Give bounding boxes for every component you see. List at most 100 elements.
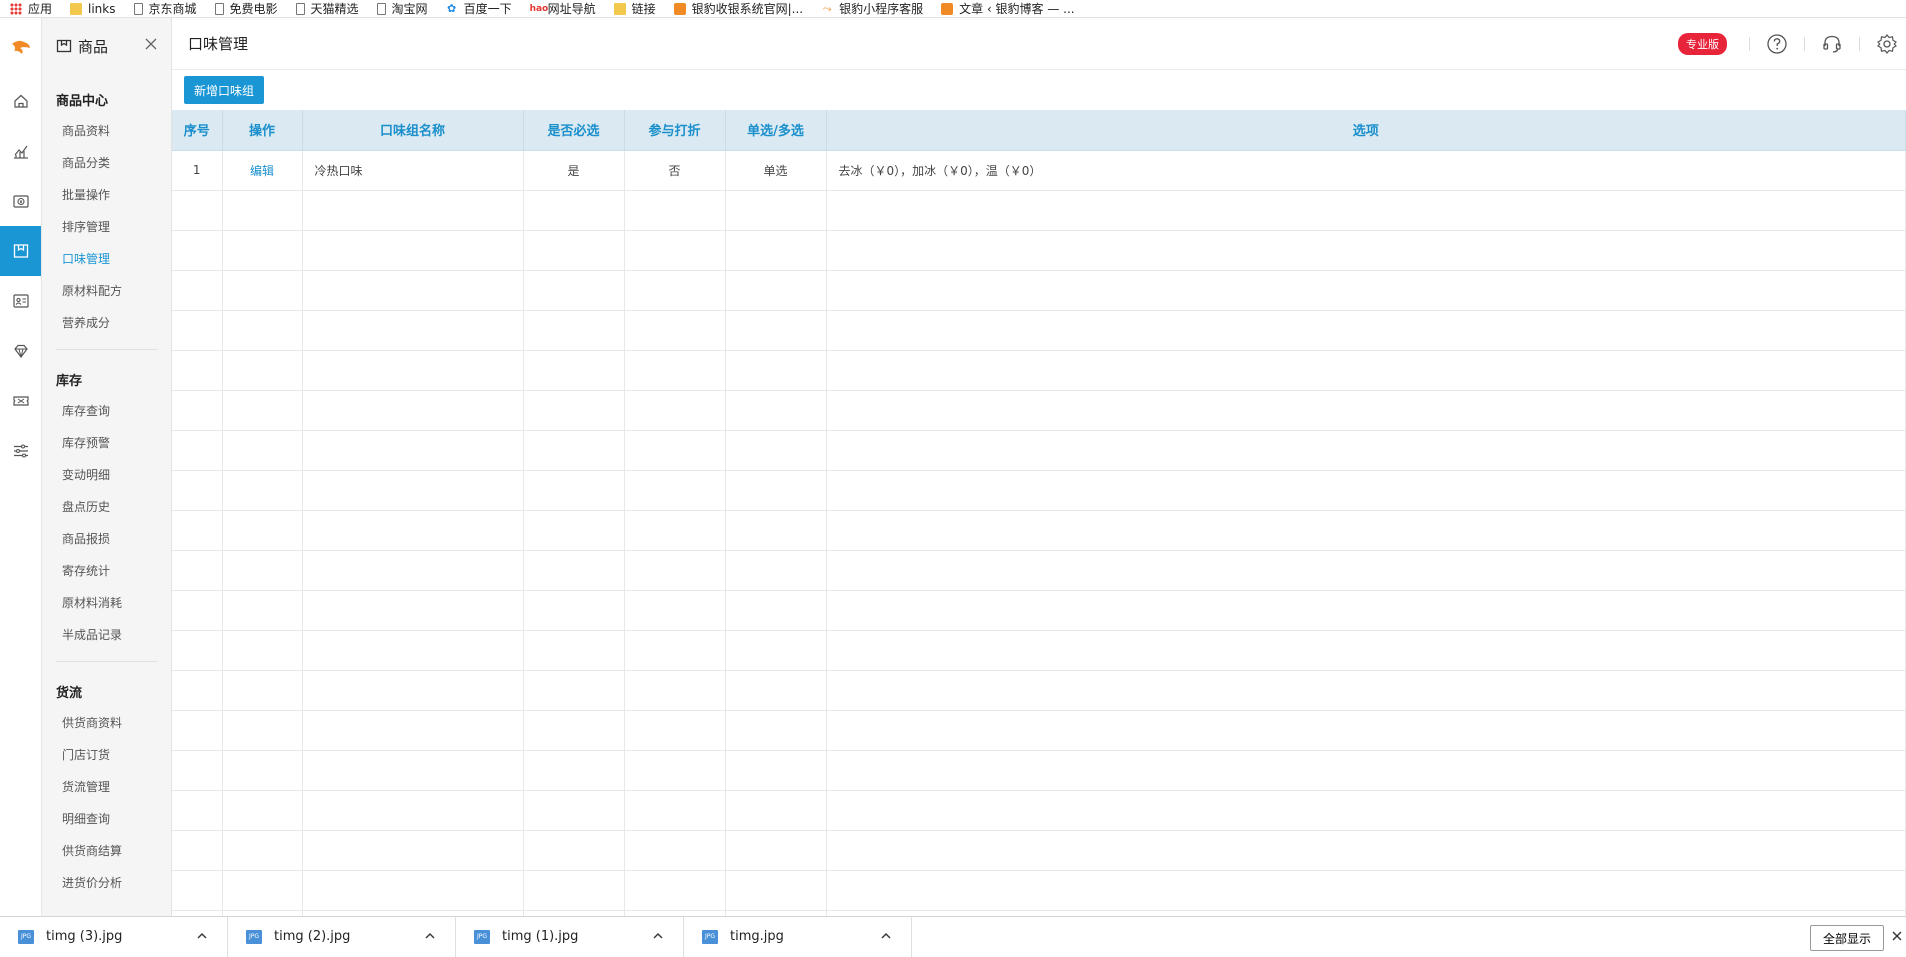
empty-cell	[725, 390, 827, 431]
add-flavor-group-button[interactable]: 新增口味组	[184, 76, 265, 104]
empty-cell	[172, 310, 223, 351]
nav-item[interactable]: 原材料消耗	[42, 587, 171, 619]
nav-item[interactable]: 盘点历史	[42, 491, 171, 523]
nav-item[interactable]: 库存查询	[42, 395, 171, 427]
nav-item[interactable]: 商品分类	[42, 147, 171, 179]
download-item[interactable]: JPG timg.jpg	[684, 916, 912, 957]
table-row-empty	[172, 190, 1906, 231]
empty-cell	[222, 470, 303, 511]
nav-item[interactable]: 营养成分	[42, 307, 171, 339]
empty-cell	[826, 830, 1906, 871]
empty-cell	[826, 510, 1906, 551]
column-header: 操作	[222, 110, 303, 151]
bookmark-label: 网址导航	[547, 2, 596, 16]
nav-item[interactable]: 原材料配方	[42, 275, 171, 307]
help-icon[interactable]	[1766, 33, 1788, 55]
pro-edition-badge[interactable]: 专业版	[1678, 33, 1727, 55]
bookmark-item[interactable]: 免费电影	[214, 0, 278, 17]
rail-item-settings-sliders[interactable]	[0, 426, 41, 476]
jpg-file-icon: JPG	[474, 929, 490, 944]
nav-group-title: 货流	[56, 686, 83, 701]
nav-item[interactable]: 寄存统计	[42, 555, 171, 587]
downloads-bar: JPG timg (3).jpg JPG timg (2).jpg JPG timg (1…	[0, 916, 1906, 957]
chevron-up-icon[interactable]	[879, 929, 893, 943]
nav-item[interactable]: 门店订货	[42, 739, 171, 771]
rail-item-home[interactable]	[0, 76, 41, 126]
nav-item[interactable]: 商品报损	[42, 523, 171, 555]
customer-service-headset-icon[interactable]	[1821, 33, 1843, 55]
empty-cell	[826, 750, 1906, 791]
empty-cell	[222, 550, 303, 591]
chart-icon	[13, 145, 28, 159]
bookmark-item[interactable]: hao 网址导航	[530, 0, 596, 17]
goods-icon	[56, 39, 72, 53]
bookmark-item[interactable]: 天猫精选	[295, 0, 359, 17]
nav-item[interactable]: 口味管理	[42, 243, 171, 275]
logo-icon: ⤳	[822, 1, 832, 15]
chevron-up-icon[interactable]	[195, 929, 209, 943]
goods-icon	[13, 244, 28, 258]
app-logo[interactable]	[0, 18, 41, 76]
chevron-up-icon[interactable]	[651, 929, 665, 943]
jpg-file-icon: JPG	[246, 929, 262, 944]
download-item[interactable]: JPG timg (3).jpg	[0, 916, 228, 957]
empty-cell	[222, 670, 303, 711]
empty-cell	[222, 590, 303, 631]
bookmark-item[interactable]: 链接	[613, 0, 656, 17]
empty-cell	[624, 630, 726, 671]
empty-cell	[523, 630, 625, 671]
bookmark-item[interactable]: 应用	[10, 0, 52, 17]
bookmark-item[interactable]: 文章 ‹ 银豹博客 — ...	[941, 0, 1075, 17]
empty-cell	[302, 430, 524, 471]
empty-cell	[302, 230, 524, 271]
table-row-empty	[172, 430, 1906, 471]
nav-item[interactable]: 商品资料	[42, 115, 171, 147]
rail-item-diamond[interactable]	[0, 326, 41, 376]
nav-item[interactable]: 进货价分析	[42, 867, 171, 899]
row-index: 1	[172, 150, 223, 191]
empty-cell	[222, 750, 303, 791]
side-navigation: 商品 商品中心 商品资料 商品分类 批量操作 排序管理 口味管理 原材料配方 营养成分 库存 库存…	[42, 18, 172, 916]
empty-cell	[523, 750, 625, 791]
table-row-empty	[172, 590, 1906, 631]
download-item[interactable]: JPG timg (2).jpg	[228, 916, 456, 957]
nav-item[interactable]: 变动明细	[42, 459, 171, 491]
show-all-downloads-button[interactable]: 全部显示	[1809, 925, 1884, 951]
empty-cell	[523, 270, 625, 311]
settings-gear-icon[interactable]	[1876, 33, 1898, 55]
nav-item[interactable]: 货流管理	[42, 771, 171, 803]
bookmark-item[interactable]: ✿ 百度一下	[446, 0, 512, 17]
nav-item[interactable]: 批量操作	[42, 179, 171, 211]
nav-item[interactable]: 明细查询	[42, 803, 171, 835]
rail-item-member[interactable]	[0, 276, 41, 326]
bookmark-item[interactable]: links	[70, 2, 116, 16]
rail-item-chart[interactable]	[0, 126, 41, 176]
close-downloads-icon[interactable]	[1890, 929, 1904, 943]
bookmark-item[interactable]: 京东商城	[133, 0, 197, 17]
bookmark-item[interactable]: ⤳ 银豹小程序客服	[821, 0, 923, 17]
rail-item-goods[interactable]	[0, 226, 41, 276]
download-item[interactable]: JPG timg (1).jpg	[456, 916, 684, 957]
nav-item[interactable]: 供货商结算	[42, 835, 171, 867]
edit-link[interactable]: 编辑	[250, 164, 274, 178]
nav-group-title: 库存	[56, 374, 83, 389]
bookmark-item[interactable]: 淘宝网	[376, 0, 428, 17]
close-icon[interactable]	[143, 36, 159, 52]
nav-item[interactable]: 半成品记录	[42, 619, 171, 651]
folder-icon	[70, 2, 83, 15]
table-row-empty	[172, 350, 1906, 391]
nav-item[interactable]: 库存预警	[42, 427, 171, 459]
bookmark-item[interactable]: 银豹收银系统官网|...	[673, 0, 803, 17]
empty-cell	[624, 670, 726, 711]
empty-cell	[725, 430, 827, 471]
empty-cell	[302, 550, 524, 591]
bookmark-label: 应用	[28, 2, 53, 16]
nav-item[interactable]: 供货商资料	[42, 707, 171, 739]
download-filename: timg (1).jpg	[502, 929, 579, 944]
rail-item-money[interactable]	[0, 176, 41, 226]
chevron-up-icon[interactable]	[423, 929, 437, 943]
nav-item[interactable]: 排序管理	[42, 211, 171, 243]
rail-item-coupon[interactable]	[0, 376, 41, 426]
empty-cell	[523, 510, 625, 551]
empty-cell	[624, 870, 726, 911]
